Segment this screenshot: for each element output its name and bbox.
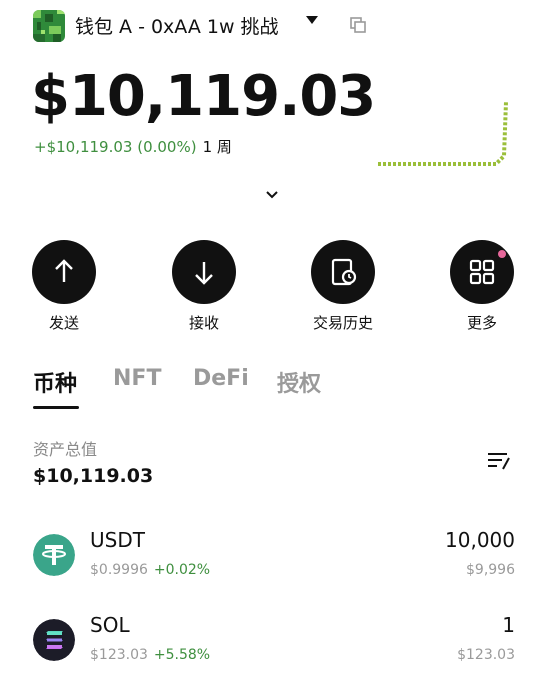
asset-row-usdt[interactable]: USDT $0.9996 +0.02% 10,000 $9,996 — [0, 528, 547, 614]
balance-change-period[interactable]: 1 周 — [203, 138, 232, 156]
sort-icon[interactable] — [487, 450, 511, 472]
send-button[interactable]: 发送 — [24, 240, 104, 333]
chevron-down-icon[interactable] — [265, 190, 279, 200]
asset-row-sol[interactable]: SOL $123.03 +5.58% 1 $123.03 — [0, 613, 547, 699]
active-tab-indicator — [33, 406, 79, 409]
wallet-avatar[interactable] — [33, 10, 65, 42]
receive-button[interactable]: 接收 — [164, 240, 244, 333]
grid-icon — [469, 259, 495, 285]
asset-value: $123.03 — [457, 647, 515, 663]
more-button[interactable]: 更多 — [442, 240, 522, 333]
tab-tokens[interactable]: 币种 — [33, 366, 77, 398]
asset-price: $123.03 — [90, 647, 148, 663]
receive-label: 接收 — [188, 314, 219, 332]
asset-change: +0.02% — [153, 562, 211, 578]
wallet-title[interactable]: 钱包 A - 0xAA 1w 挑战 — [75, 12, 279, 39]
notification-dot — [498, 250, 506, 258]
asset-amount: 1 — [502, 613, 515, 637]
more-label: 更多 — [466, 314, 497, 332]
balance-change: +$10,119.03 (0.00%) 1 周 — [34, 136, 232, 157]
asset-price: $0.9996 — [90, 562, 148, 578]
asset-price-line: $0.9996 +0.02% — [90, 562, 210, 578]
asset-change: +5.58% — [153, 647, 211, 663]
total-assets-label: 资产总值 — [33, 440, 98, 459]
history-icon — [331, 258, 357, 286]
sol-coin-icon — [33, 619, 75, 661]
copy-icon[interactable] — [350, 17, 366, 33]
wallet-dropdown-icon[interactable] — [306, 16, 318, 24]
total-assets-value: $10,119.03 — [33, 465, 154, 487]
total-balance: $10,119.03 — [31, 64, 376, 129]
tab-nft[interactable]: NFT — [113, 366, 161, 391]
tab-defi[interactable]: DeFi — [193, 366, 249, 391]
send-label: 发送 — [48, 314, 79, 332]
balance-sparkline — [378, 101, 508, 166]
history-label: 交易历史 — [312, 314, 373, 332]
usdt-coin-icon — [33, 534, 75, 576]
arrow-up-icon — [55, 259, 73, 282]
asset-symbol: USDT — [90, 528, 145, 552]
balance-change-amount: +$10,119.03 (0.00%) — [34, 138, 197, 156]
asset-value: $9,996 — [466, 562, 515, 578]
tab-approvals[interactable]: 授权 — [277, 366, 321, 398]
asset-price-line: $123.03 +5.58% — [90, 647, 210, 663]
asset-symbol: SOL — [90, 613, 130, 637]
arrow-down-icon — [195, 262, 213, 285]
history-button[interactable]: 交易历史 — [303, 240, 383, 333]
asset-amount: 10,000 — [445, 528, 515, 552]
